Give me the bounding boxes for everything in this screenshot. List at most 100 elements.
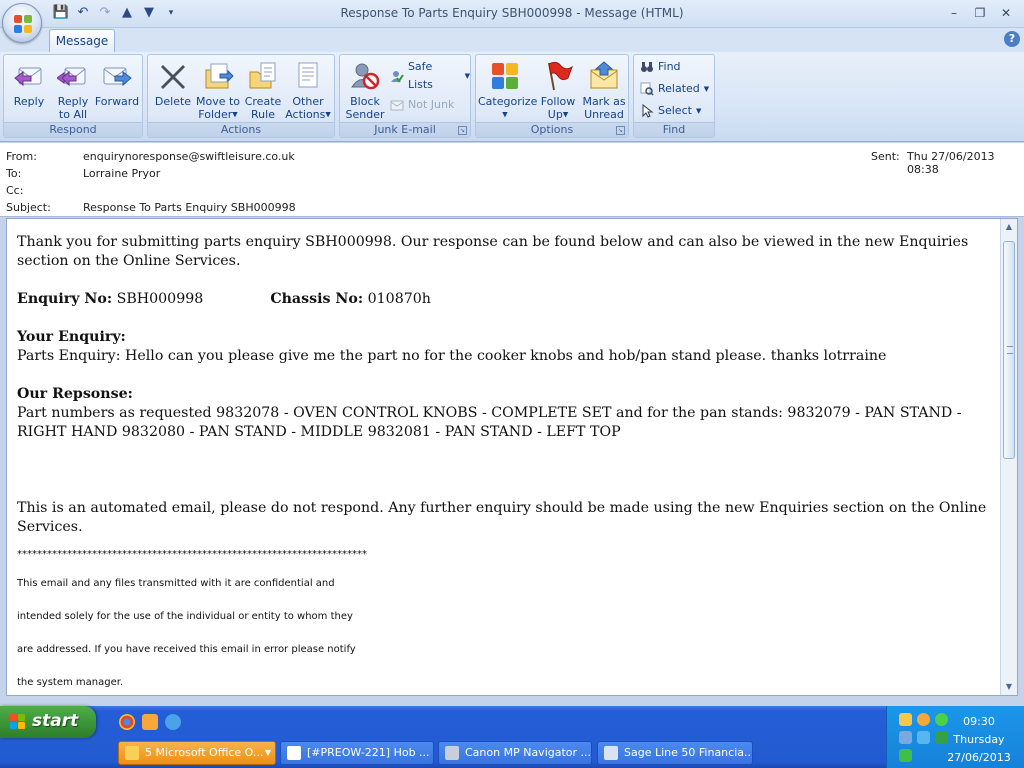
chrome-icon[interactable] — [119, 714, 135, 730]
group-label-junk-email: Junk E-mail — [340, 122, 470, 137]
your-enquiry-heading: Your Enquiry: — [17, 329, 126, 345]
task-microsoft-office[interactable]: 5 Microsoft Office O... ▼ — [118, 741, 276, 765]
enquiry-details: Enquiry No: SBH000998 Chassis No: 010870… — [17, 291, 431, 307]
disclaimer-line: intended solely for the use of the indiv… — [17, 611, 353, 622]
categorize-button[interactable]: Categorize ▼ — [478, 58, 537, 120]
group-actions: Delete Move to Folder▼ Create Rule Other… — [147, 54, 335, 138]
group-options: Categorize ▼ Follow Up▼ Mark as Unread O… — [475, 54, 629, 138]
dropdown-arrow-icon: ▼ — [695, 107, 702, 115]
dialog-launcher-icon[interactable]: ↘ — [616, 126, 625, 135]
delete-button[interactable]: Delete — [150, 58, 196, 120]
minimize-button[interactable]: – — [942, 4, 966, 22]
intro-paragraph: Thank you for submitting parts enquiry S… — [17, 234, 969, 269]
update-icon[interactable] — [899, 749, 912, 762]
forward-icon — [103, 67, 132, 87]
internet-explorer-icon[interactable] — [165, 714, 181, 730]
dialog-launcher-icon[interactable]: ↘ — [458, 126, 467, 135]
scanner-icon — [445, 746, 459, 760]
dropdown-arrow-icon: ▼ — [502, 110, 508, 119]
dropdown-arrow-icon: ▼ — [325, 110, 331, 119]
find-button[interactable]: Find — [640, 58, 681, 76]
group-label-options: Options — [476, 122, 628, 137]
safe-lists-icon — [390, 71, 404, 83]
safe-lists-button[interactable]: Safe Lists ▼ — [390, 60, 470, 91]
sent-label: Sent: — [871, 150, 900, 163]
response-heading: Our Repsonse: — [17, 386, 133, 402]
automated-notice: This is an automated email, please do no… — [17, 500, 987, 535]
vertical-scrollbar[interactable]: ▲ ▼ — [1000, 219, 1017, 695]
title-bar: 💾 ↶ ↷ ▲ ▼ ▾ Response To Parts Enquiry SB… — [0, 0, 1024, 28]
disclaimer-line: This email and any files transmitted wit… — [17, 578, 335, 589]
jira-icon — [287, 746, 301, 760]
clock-date: 27/06/2013 — [947, 751, 1011, 764]
disclaimer-line: the system manager. — [17, 677, 124, 688]
message-body[interactable]: Thank you for submitting parts enquiry S… — [6, 218, 1018, 696]
to-label: To: — [6, 167, 22, 180]
related-button[interactable]: Related ▼ — [640, 80, 709, 98]
tab-message[interactable]: Message — [49, 29, 115, 53]
outlook-tray-icon[interactable] — [917, 713, 930, 726]
taskbar: start 5 Microsoft Office O... ▼ [#PREOW-… — [0, 706, 1024, 768]
mark-as-unread-button[interactable]: Mark as Unread — [580, 58, 628, 121]
from-value[interactable]: enquirynoresponse@swiftleisure.co.uk — [83, 150, 295, 163]
create-rule-button[interactable]: Create Rule — [240, 58, 286, 121]
group-label-actions: Actions — [148, 122, 334, 137]
mark-unread-icon — [590, 61, 618, 89]
restore-button[interactable]: ❐ — [968, 4, 992, 22]
sage-icon — [604, 746, 618, 760]
your-enquiry-text: Parts Enquiry: Hello can you please give… — [17, 348, 887, 364]
block-sender-button[interactable]: Block Sender — [342, 58, 388, 121]
office-logo-icon — [14, 15, 32, 33]
reply-icon — [14, 67, 42, 87]
group-label-find: Find — [634, 122, 714, 137]
reply-button[interactable]: Reply — [6, 58, 52, 120]
create-rule-icon — [249, 62, 276, 89]
dropdown-arrow-icon: ▼ — [703, 85, 710, 93]
response-text: Part numbers as requested 9832078 - OVEN… — [17, 405, 962, 440]
other-actions-icon — [298, 62, 318, 88]
scroll-down-icon[interactable]: ▼ — [1001, 679, 1017, 695]
message-text: Thank you for submitting parts enquiry S… — [17, 233, 992, 695]
grip-icon — [1007, 346, 1013, 354]
to-value[interactable]: Lorraine Pryor — [83, 167, 160, 180]
dropdown-arrow-icon: ▼ — [264, 748, 271, 757]
categorize-icon — [492, 63, 518, 89]
follow-up-button[interactable]: Follow Up▼ — [536, 58, 580, 121]
cc-label: Cc: — [6, 184, 24, 197]
scroll-up-icon[interactable]: ▲ — [1001, 219, 1017, 235]
not-junk-button[interactable]: Not Junk — [390, 96, 454, 114]
ribbon-tab-strip: Message ? — [0, 28, 1024, 53]
outlook-icon[interactable] — [142, 714, 158, 730]
forward-button[interactable]: Forward — [94, 58, 140, 120]
task-sage-line-50[interactable]: Sage Line 50 Financia... — [597, 741, 753, 765]
sent-value: Thu 27/06/2013 08:38 — [907, 150, 995, 176]
close-button[interactable]: ✕ — [994, 4, 1018, 22]
other-actions-button[interactable]: Other Actions▼ — [284, 58, 332, 121]
network-icon[interactable] — [899, 731, 912, 744]
clock[interactable]: 09:30 Thursday 27/06/2013 — [944, 713, 1014, 767]
group-respond: Reply Reply to All Forward Respond — [3, 54, 143, 138]
binoculars-icon — [641, 62, 653, 72]
mail-icon[interactable] — [899, 713, 912, 726]
dropdown-arrow-icon: ▼ — [232, 110, 238, 119]
security-icon[interactable] — [917, 731, 930, 744]
select-button[interactable]: Select ▼ — [640, 102, 701, 120]
help-icon[interactable]: ? — [1004, 31, 1020, 47]
reply-all-icon — [57, 67, 86, 87]
subject-value: Response To Parts Enquiry SBH000998 — [83, 201, 296, 214]
start-button[interactable]: start — [0, 706, 96, 738]
reply-all-button[interactable]: Reply to All — [50, 58, 96, 121]
move-to-folder-button[interactable]: Move to Folder▼ — [194, 58, 242, 121]
clock-time: 09:30 — [963, 715, 995, 728]
not-junk-icon — [390, 100, 404, 111]
separator-line: ****************************************… — [17, 549, 367, 560]
task-canon-navigator[interactable]: Canon MP Navigator ... — [438, 741, 592, 765]
window-title: Response To Parts Enquiry SBH000998 - Me… — [340, 6, 684, 20]
group-junk-email: Block Sender Safe Lists ▼ Not Junk Junk E… — [339, 54, 471, 138]
scrollbar-thumb[interactable] — [1003, 241, 1015, 459]
task-jira-issue[interactable]: [#PREOW-221] Hob ... — [280, 741, 434, 765]
office-button[interactable] — [2, 3, 42, 43]
from-label: From: — [6, 150, 37, 163]
dropdown-arrow-icon: ▼ — [464, 72, 470, 80]
group-label-respond: Respond — [4, 122, 142, 137]
